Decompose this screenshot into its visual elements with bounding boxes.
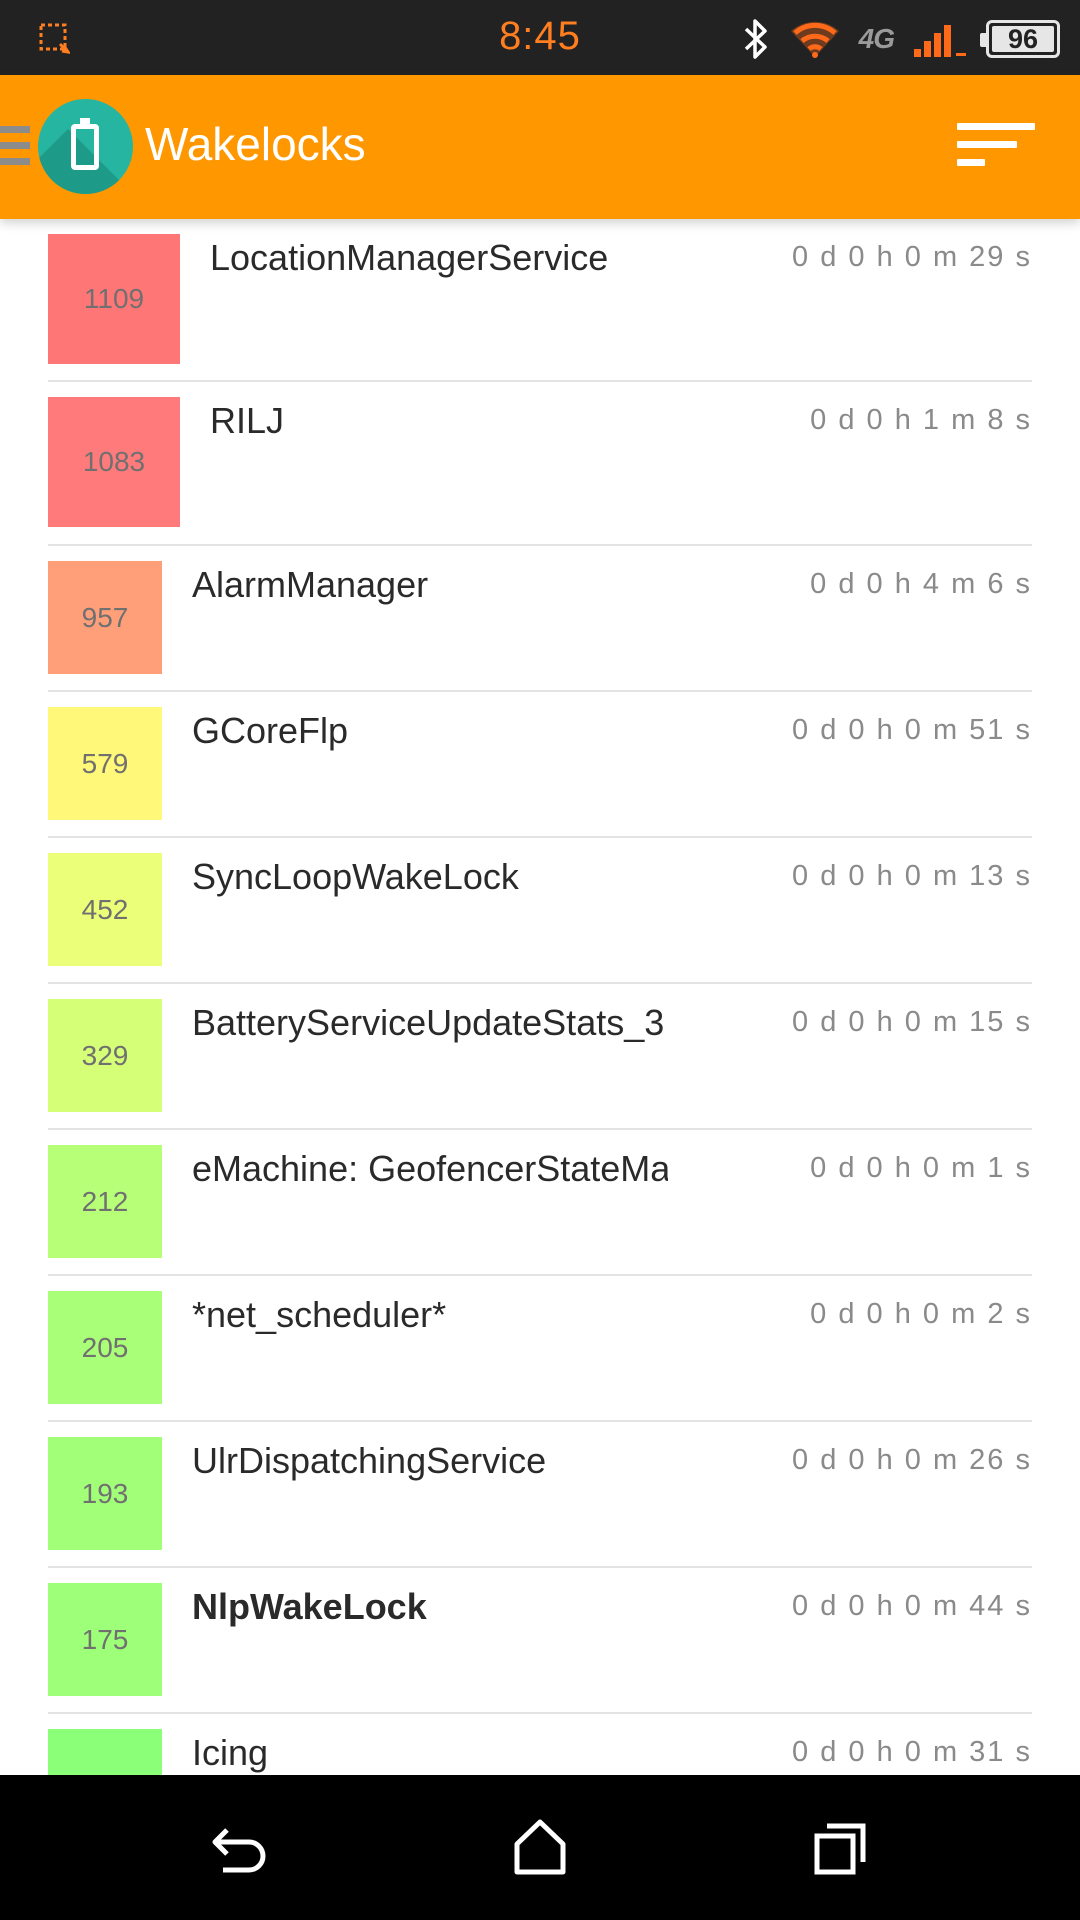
list-item[interactable]: 193 UlrDispatchingService 0 d 0 h 0 m 26 s	[48, 1422, 1032, 1568]
page-title: Wakelocks	[145, 118, 366, 170]
wakelock-duration: 0 d 0 h 0 m 44 s	[792, 1590, 1032, 1622]
wakelock-list: 1109 LocationManagerService 0 d 0 h 0 m 29…	[48, 219, 1032, 1775]
recents-icon[interactable]	[805, 1812, 875, 1882]
list-item[interactable]: 1083 RILJ 0 d 0 h 1 m 8 s	[48, 382, 1032, 546]
wakelock-name: UlrDispatchingService	[192, 1440, 547, 1481]
wakelock-duration: 0 d 0 h 0 m 26 s	[792, 1444, 1032, 1476]
wakelock-duration: 0 d 0 h 0 m 29 s	[792, 241, 1032, 273]
wifi-icon	[790, 21, 839, 58]
status-bar: 8:45 4G 96	[0, 0, 1080, 75]
list-item[interactable]: 579 GCoreFlp 0 d 0 h 0 m 51 s	[48, 692, 1032, 838]
wakelock-name: NlpWakeLock	[192, 1586, 427, 1627]
wakelock-name: *net_scheduler*	[192, 1294, 447, 1335]
wakelock-duration: 0 d 0 h 0 m 51 s	[792, 714, 1032, 746]
wakelock-name: RILJ	[210, 400, 285, 441]
wakelock-duration: 0 d 0 h 4 m 6 s	[810, 568, 1032, 600]
list-item[interactable]: 212 eMachine: GeofencerStateMachine 0 d 0 …	[48, 1130, 1032, 1276]
wakelock-count-badge: 193	[48, 1437, 162, 1550]
wakelock-duration: 0 d 0 h 0 m 31 s	[792, 1736, 1032, 1768]
wakelock-name: LocationManagerService	[210, 237, 609, 278]
nav-bar	[0, 1775, 1080, 1920]
battery-level: 96	[1007, 23, 1039, 54]
status-icons: 4G 96	[741, 14, 1060, 64]
wakelock-count-badge: 579	[48, 707, 162, 820]
bluetooth-icon	[744, 19, 767, 59]
list-item[interactable]: 1109 LocationManagerService 0 d 0 h 0 m 29…	[48, 219, 1032, 382]
wakelock-count-badge: 452	[48, 853, 162, 966]
wakelock-name: eMachine: GeofencerStateMachine	[192, 1148, 668, 1189]
wakelock-duration: 0 d 0 h 1 m 8 s	[810, 404, 1032, 436]
list-item[interactable]: 957 AlarmManager 0 d 0 h 4 m 6 s	[48, 546, 1032, 692]
app-bar: Wakelocks	[0, 75, 1080, 219]
wakelock-count-badge: 1083	[48, 397, 180, 527]
wakelock-count-badge: 212	[48, 1145, 162, 1258]
wakelock-duration: 0 d 0 h 0 m 1 s	[810, 1152, 1032, 1184]
wakelock-name: GCoreFlp	[192, 710, 349, 751]
lte-icon: 4G	[858, 23, 895, 54]
menu-icon[interactable]	[0, 126, 30, 170]
app-logo-icon	[38, 99, 133, 194]
wakelock-count-badge: 1109	[48, 234, 180, 364]
wakelock-count-badge	[48, 1729, 162, 1775]
list-item[interactable]: 329 BatteryServiceUpdateStats_3 0 d 0 h 0 …	[48, 984, 1032, 1130]
sort-icon[interactable]	[957, 123, 1035, 173]
list-item[interactable]: 175 NlpWakeLock 0 d 0 h 0 m 44 s	[48, 1568, 1032, 1714]
battery-icon: 96	[980, 20, 1060, 58]
list-item[interactable]: 205 *net_scheduler* 0 d 0 h 0 m 2 s	[48, 1276, 1032, 1422]
wakelock-count-badge: 329	[48, 999, 162, 1112]
signal-icon	[914, 25, 966, 57]
wakelock-duration: 0 d 0 h 0 m 15 s	[792, 1006, 1032, 1038]
wakelock-name: AlarmManager	[192, 564, 429, 605]
home-icon[interactable]	[505, 1812, 575, 1882]
wakelock-duration: 0 d 0 h 0 m 2 s	[810, 1298, 1032, 1330]
list-item[interactable]: Icing 0 d 0 h 0 m 31 s	[48, 1714, 1032, 1775]
wakelock-count-badge: 175	[48, 1583, 162, 1696]
wakelock-name: SyncLoopWakeLock	[192, 856, 519, 897]
wakelock-duration: 0 d 0 h 0 m 13 s	[792, 860, 1032, 892]
wakelock-name: BatteryServiceUpdateStats_3	[192, 1002, 665, 1043]
wakelock-name: Icing	[192, 1732, 269, 1773]
list-item[interactable]: 452 SyncLoopWakeLock 0 d 0 h 0 m 13 s	[48, 838, 1032, 984]
wakelock-count-badge: 205	[48, 1291, 162, 1404]
wakelock-count-badge: 957	[48, 561, 162, 674]
back-icon[interactable]	[205, 1812, 275, 1882]
